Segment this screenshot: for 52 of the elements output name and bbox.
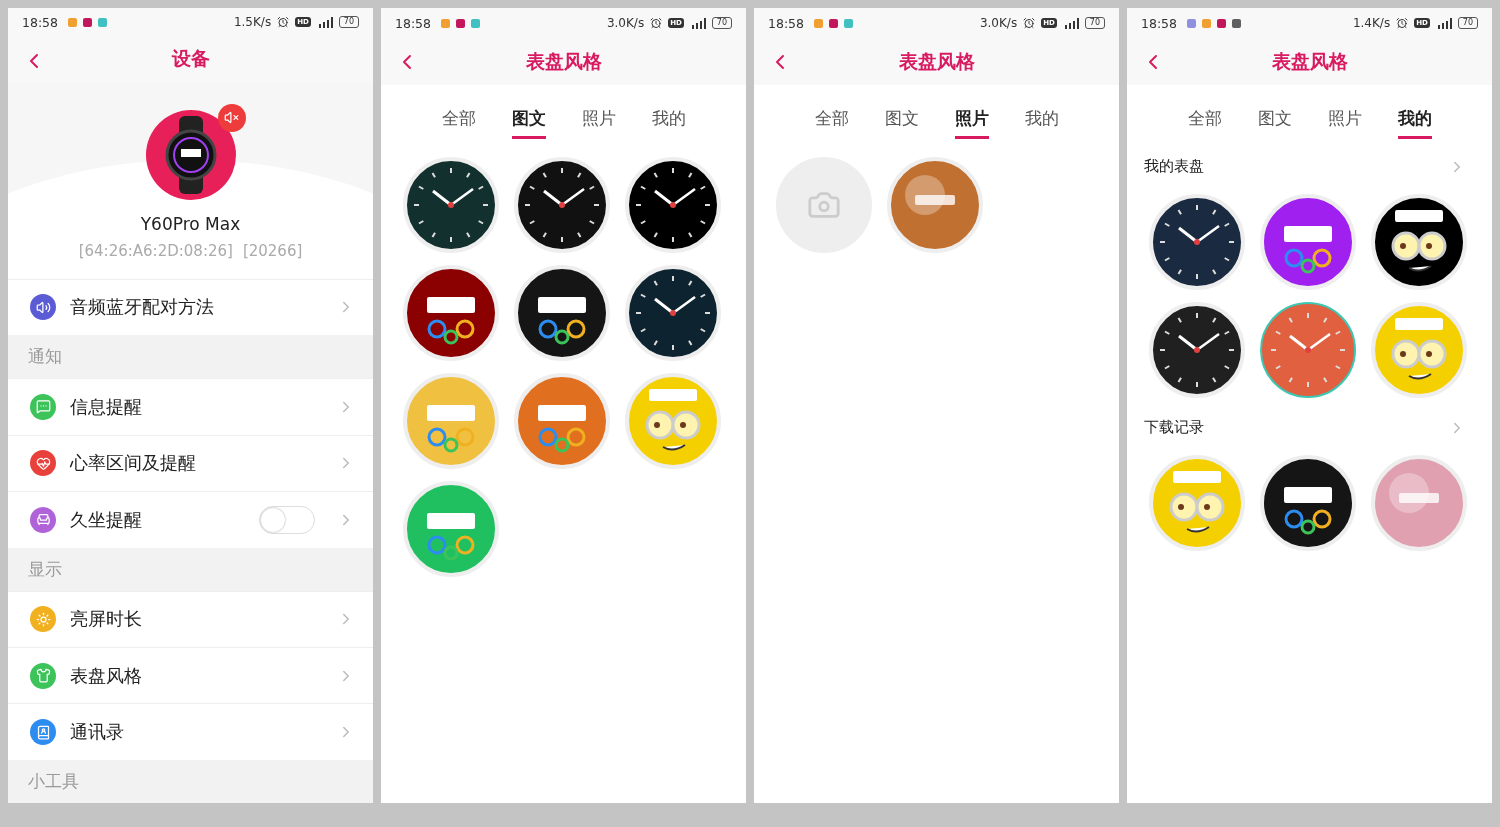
- group-title: 下载记录: [1144, 418, 1204, 437]
- network-speed: 3.0K/s: [606, 16, 645, 30]
- category-tab[interactable]: 我的: [1397, 105, 1432, 139]
- battery-level: 70: [1457, 17, 1478, 29]
- category-tab[interactable]: 我的: [651, 105, 686, 139]
- category-tab[interactable]: 全部: [441, 105, 476, 139]
- page-title: 表盘风格: [525, 48, 602, 74]
- row-label: 久坐提醒: [70, 507, 143, 532]
- battery-level: 70: [1084, 17, 1105, 29]
- status-time: 18:58: [768, 15, 805, 31]
- device-address: [64:26:A6:2D:08:26]: [78, 241, 233, 260]
- signal-icon: [1435, 17, 1452, 29]
- network-speed: 3.0K/s: [979, 16, 1018, 30]
- section-header: 通知: [8, 335, 373, 379]
- category-tab[interactable]: 全部: [1187, 105, 1222, 139]
- battery-level: 70: [711, 17, 732, 29]
- row-label: 信息提醒: [70, 394, 143, 419]
- device-code: [20266]: [242, 241, 303, 260]
- alarm-icon: [650, 17, 663, 29]
- network-speed: 1.5K/s: [233, 15, 272, 30]
- section-header: 显示: [8, 547, 373, 591]
- toggle-switch[interactable]: [259, 505, 315, 534]
- category-tab[interactable]: 我的: [1024, 105, 1059, 139]
- row-label: 心率区间及提醒: [70, 451, 197, 476]
- alarm-icon: [1023, 17, 1036, 29]
- category-tab[interactable]: 图文: [511, 105, 546, 139]
- row-label: 音频蓝牙配对方法: [70, 295, 215, 320]
- page-title: 设备: [171, 46, 210, 72]
- row-label: 表盘风格: [70, 663, 143, 688]
- category-tab[interactable]: 照片: [954, 105, 989, 139]
- status-time: 18:58: [395, 15, 432, 31]
- category-tab[interactable]: 全部: [814, 105, 849, 139]
- page-title: 表盘风格: [1271, 48, 1348, 74]
- section-header: 小工具: [8, 759, 373, 803]
- signal-icon: [316, 16, 333, 28]
- category-tab[interactable]: 照片: [1327, 105, 1362, 139]
- network-speed: 1.4K/s: [1352, 16, 1391, 30]
- category-tab[interactable]: 图文: [884, 105, 919, 139]
- category-tab[interactable]: 照片: [581, 105, 616, 139]
- group-title: 我的表盘: [1144, 157, 1204, 176]
- status-time: 18:58: [22, 14, 59, 30]
- alarm-icon: [1396, 17, 1409, 29]
- alarm-icon: [277, 16, 290, 29]
- row-label: 亮屏时长: [70, 607, 143, 632]
- category-tab[interactable]: 图文: [1257, 105, 1292, 139]
- device-name: Y60Pro Max: [140, 213, 241, 234]
- row-label: 通讯录: [70, 720, 125, 745]
- page-title: 表盘风格: [898, 48, 975, 74]
- status-time: 18:58: [1141, 15, 1178, 31]
- signal-icon: [1062, 17, 1079, 29]
- battery-level: 70: [338, 16, 359, 29]
- signal-icon: [689, 17, 706, 29]
